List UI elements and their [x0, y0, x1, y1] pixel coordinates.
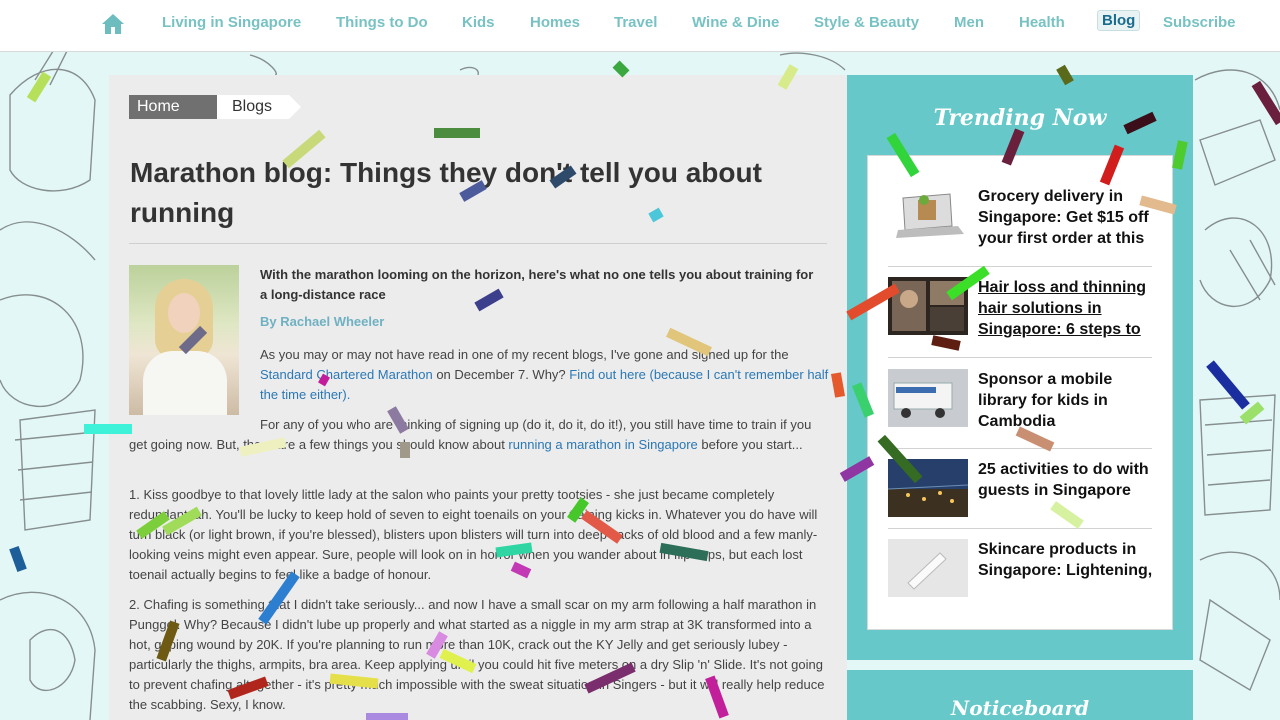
trending-title[interactable]: 25 activities to do with guests in Singa…: [978, 459, 1154, 501]
paragraph-3: 1. Kiss goodbye to that lovely little la…: [129, 487, 818, 582]
nav-things-to-do[interactable]: Things to Do: [336, 14, 428, 31]
nav-kids[interactable]: Kids: [462, 14, 495, 31]
running-marathon-singapore-link[interactable]: running a marathon in Singapore: [508, 437, 697, 452]
trending-divider: [888, 357, 1152, 358]
standard-chartered-marathon-link[interactable]: Standard Chartered Marathon: [260, 367, 433, 382]
article-panel: Home Blogs Marathon blog: Things they do…: [109, 75, 847, 720]
article-intro: With the marathon looming on the horizon…: [260, 267, 814, 302]
nav-travel[interactable]: Travel: [614, 14, 657, 31]
paragraph-2-text-b: before you start...: [697, 437, 803, 452]
breadcrumb-blogs[interactable]: Blogs: [217, 95, 301, 119]
breadcrumb-home[interactable]: Home: [129, 95, 229, 119]
nav-homes[interactable]: Homes: [530, 14, 580, 31]
hair-collage-thumbnail[interactable]: [888, 277, 968, 335]
trending-title[interactable]: Sponsor a mobile library for kids in Cam…: [978, 369, 1154, 432]
trending-item[interactable]: Hair loss and thinning hair solutions in…: [888, 277, 1152, 349]
skincare-bottle-thumbnail[interactable]: [888, 539, 968, 597]
paragraph-2: For any of you who are thinking of signi…: [129, 415, 832, 455]
city-night-thumbnail[interactable]: [888, 459, 968, 517]
author-byline[interactable]: By Rachael Wheeler: [260, 314, 384, 329]
home-icon[interactable]: [101, 13, 125, 35]
trending-list: Grocery delivery in Singapore: Get $15 o…: [867, 155, 1173, 630]
trending-heading: Trending Now: [933, 105, 1107, 131]
trending-title[interactable]: Hair loss and thinning hair solutions in…: [978, 277, 1154, 340]
library-truck-thumbnail[interactable]: [888, 369, 968, 427]
trending-title[interactable]: Grocery delivery in Singapore: Get $15 o…: [978, 186, 1154, 249]
trending-divider: [888, 448, 1152, 449]
trending-item[interactable]: Skincare products in Singapore: Lighteni…: [888, 539, 1152, 611]
nav-blog[interactable]: Blog: [1097, 10, 1141, 31]
nav-living-in-singapore[interactable]: Living in Singapore: [162, 14, 301, 31]
paragraph-1: As you may or may not have read in one o…: [260, 345, 832, 405]
author-photo: [129, 265, 239, 415]
noticeboard-heading: Noticeboard: [950, 696, 1090, 720]
trending-divider: [888, 528, 1152, 529]
trending-sidebar: Trending Now Grocery delivery in Singapo…: [847, 75, 1193, 660]
paragraph-4: 2. Chafing is something that I didn't ta…: [129, 597, 825, 712]
nav-health[interactable]: Health: [1019, 14, 1065, 31]
nav-style-and-beauty[interactable]: Style & Beauty: [814, 14, 919, 31]
top-navigation-bar: Living in Singapore Things to Do Kids Ho…: [0, 0, 1280, 52]
nav-wine-and-dine[interactable]: Wine & Dine: [692, 14, 779, 31]
paragraph-1-text-a: As you may or may not have read in one o…: [260, 347, 789, 362]
article-title: Marathon blog: Things they don't tell yo…: [130, 157, 762, 228]
trending-item[interactable]: Grocery delivery in Singapore: Get $15 o…: [888, 186, 1152, 258]
trending-title[interactable]: Skincare products in Singapore: Lighteni…: [978, 539, 1154, 581]
nav-men[interactable]: Men: [954, 14, 984, 31]
title-divider: [129, 243, 827, 244]
noticeboard-panel: Noticeboard: [847, 670, 1193, 720]
trending-divider: [888, 266, 1152, 267]
paragraph-1-text-b: on December 7. Why?: [432, 367, 570, 382]
nav-subscribe[interactable]: Subscribe: [1163, 14, 1236, 31]
laptop-grocery-thumbnail[interactable]: [888, 186, 968, 244]
trending-item[interactable]: 25 activities to do with guests in Singa…: [888, 459, 1152, 531]
trending-item[interactable]: Sponsor a mobile library for kids in Cam…: [888, 369, 1152, 441]
